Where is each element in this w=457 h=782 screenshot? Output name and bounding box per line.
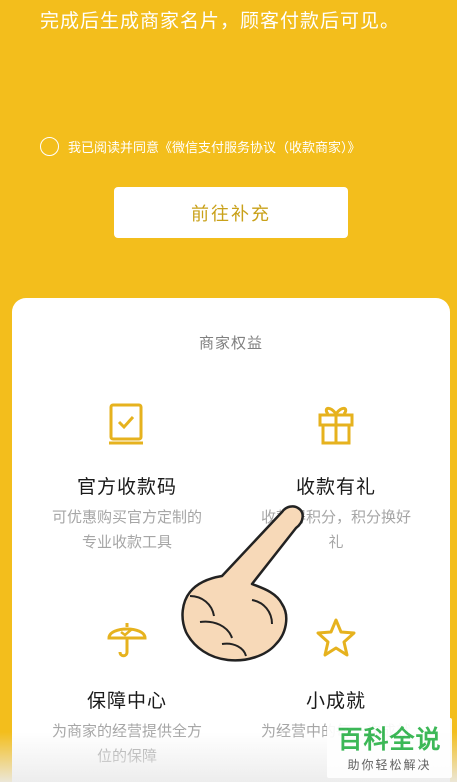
watermark-title: 百科全说 bbox=[337, 725, 442, 754]
benefits-title: 商家权益 bbox=[198, 334, 263, 352]
star-icon bbox=[316, 618, 356, 657]
receipt-book-icon bbox=[109, 403, 143, 445]
agreement-radio[interactable] bbox=[40, 137, 59, 156]
benefit-name: 收款有礼 bbox=[295, 476, 376, 498]
notice-text: 完成后生成商家名片，顾客付款后可见。 bbox=[40, 10, 401, 32]
umbrella-icon bbox=[107, 623, 147, 658]
pointing-hand-icon bbox=[181, 505, 304, 662]
benefit-name: 官方收款码 bbox=[76, 476, 177, 498]
benefit-name: 保障中心 bbox=[86, 690, 167, 712]
watermark-subtitle: 助你轻松解决 bbox=[347, 758, 432, 772]
agreement-row[interactable]: 我已阅读并同意《微信支付服务协议（收款商家）》 bbox=[40, 137, 361, 156]
gift-icon bbox=[318, 406, 354, 445]
agreement-label[interactable]: 我已阅读并同意《微信支付服务协议（收款商家）》 bbox=[68, 137, 361, 156]
go-supplement-button[interactable]: 前往补充 bbox=[114, 187, 348, 238]
watermark-logo: 百科全说 助你轻松解决 bbox=[327, 718, 452, 778]
benefit-name: 小成就 bbox=[305, 690, 366, 712]
